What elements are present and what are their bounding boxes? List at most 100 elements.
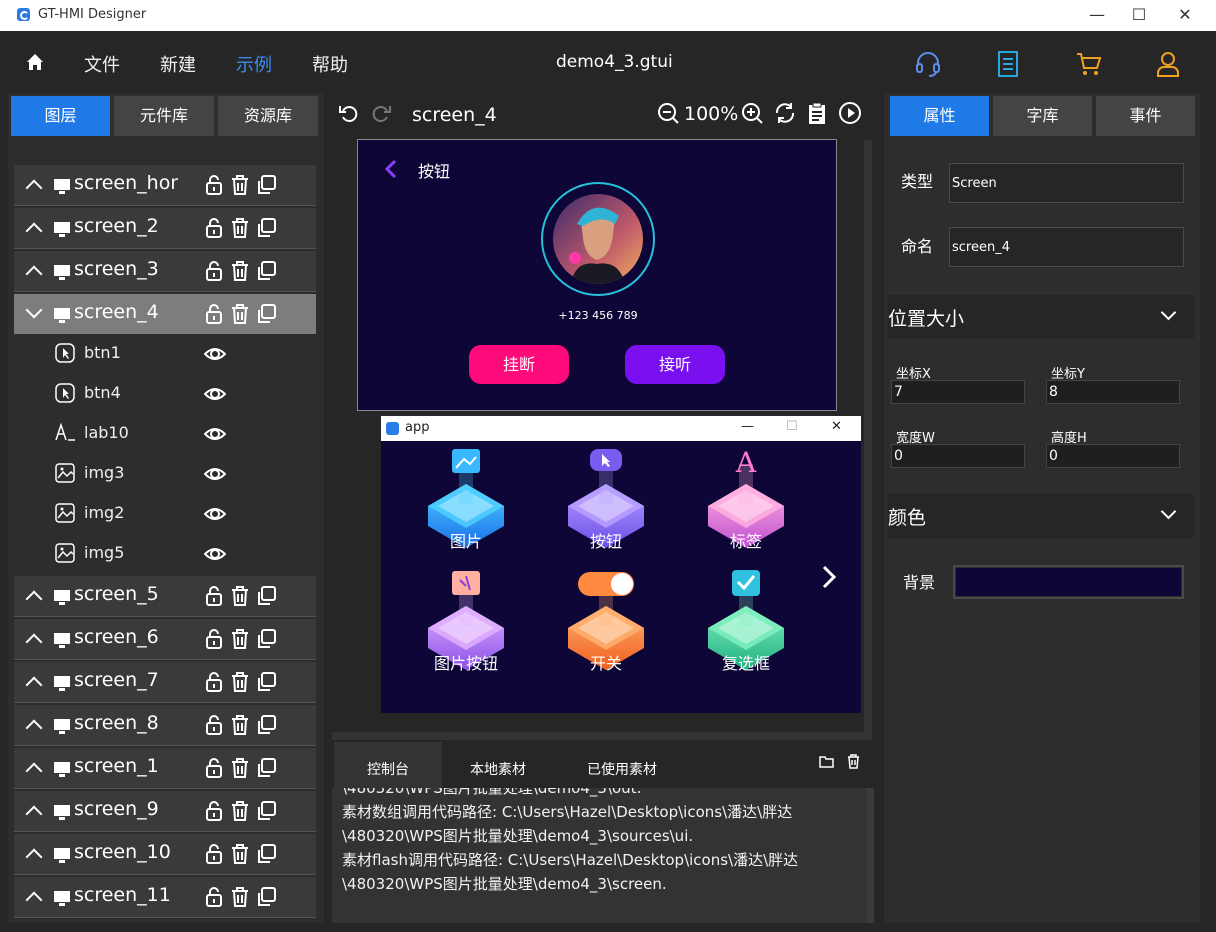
user-icon[interactable] bbox=[1153, 49, 1183, 79]
cart-icon[interactable] bbox=[1074, 49, 1104, 79]
simulator-minimize-button[interactable]: — bbox=[741, 419, 754, 434]
tab-console[interactable]: 控制台 bbox=[334, 742, 442, 788]
lock-icon[interactable] bbox=[204, 672, 224, 692]
console-scrollbar[interactable] bbox=[866, 788, 874, 923]
screen-preview[interactable]: 按钮 +123 456 789 挂断 接听 bbox=[357, 139, 837, 411]
undo-icon[interactable] bbox=[337, 101, 361, 125]
chevron-up-icon[interactable] bbox=[25, 762, 43, 780]
layer-screen-row[interactable]: screen_9 bbox=[14, 791, 316, 832]
tab-resources[interactable]: 资源库 bbox=[218, 96, 318, 136]
chevron-up-icon[interactable] bbox=[25, 848, 43, 866]
chevron-up-icon[interactable] bbox=[25, 891, 43, 909]
lock-icon[interactable] bbox=[204, 304, 224, 324]
lock-icon[interactable] bbox=[204, 218, 224, 238]
chevron-up-icon[interactable] bbox=[25, 676, 43, 694]
copy-icon[interactable] bbox=[256, 261, 276, 281]
eye-icon[interactable] bbox=[204, 505, 226, 523]
minimize-button[interactable]: — bbox=[1085, 4, 1109, 26]
canvas-horizontal-scrollbar[interactable] bbox=[332, 732, 872, 740]
play-icon[interactable] bbox=[838, 101, 862, 125]
eye-icon[interactable] bbox=[204, 345, 226, 363]
refresh-icon[interactable] bbox=[773, 101, 797, 125]
y-field[interactable]: 8 bbox=[1046, 380, 1180, 404]
eye-icon[interactable] bbox=[204, 545, 226, 563]
maximize-button[interactable]: ☐ bbox=[1127, 4, 1151, 26]
layer-screen-row[interactable]: screen_8 bbox=[14, 705, 316, 746]
chevron-up-icon[interactable] bbox=[25, 179, 43, 197]
lock-icon[interactable] bbox=[204, 261, 224, 281]
background-color-picker[interactable] bbox=[953, 565, 1184, 599]
x-field[interactable]: 7 bbox=[891, 380, 1025, 404]
widget-tile[interactable]: 按钮 bbox=[556, 444, 656, 554]
layer-widget-row[interactable]: img3 bbox=[14, 454, 316, 494]
lock-icon[interactable] bbox=[204, 629, 224, 649]
layer-screen-row[interactable]: screen_4 bbox=[14, 294, 316, 335]
headset-icon[interactable] bbox=[913, 49, 943, 79]
answer-button[interactable]: 接听 bbox=[625, 345, 725, 384]
zoom-out-icon[interactable] bbox=[656, 101, 680, 125]
trash-icon[interactable] bbox=[230, 801, 250, 821]
eye-icon[interactable] bbox=[204, 425, 226, 443]
simulator-close-button[interactable]: ✕ bbox=[831, 419, 842, 434]
tab-events[interactable]: 事件 bbox=[1096, 96, 1195, 136]
copy-icon[interactable] bbox=[256, 758, 276, 778]
color-section[interactable]: 颜色 bbox=[888, 494, 1194, 538]
chevron-up-icon[interactable] bbox=[25, 590, 43, 608]
position-size-section[interactable]: 位置大小 bbox=[888, 295, 1194, 339]
layer-widget-row[interactable]: btn4 bbox=[14, 374, 316, 414]
name-field[interactable]: screen_4 bbox=[949, 227, 1184, 267]
layer-screen-row[interactable]: screen_2 bbox=[14, 208, 316, 249]
width-field[interactable]: 0 bbox=[891, 444, 1025, 468]
trash-icon[interactable] bbox=[230, 758, 250, 778]
tab-used-assets[interactable]: 已使用素材 bbox=[572, 742, 672, 788]
tab-fonts[interactable]: 字库 bbox=[993, 96, 1092, 136]
copy-icon[interactable] bbox=[256, 887, 276, 907]
trash-icon[interactable] bbox=[230, 629, 250, 649]
copy-icon[interactable] bbox=[256, 304, 276, 324]
trash-icon[interactable] bbox=[230, 175, 250, 195]
back-arrow-icon[interactable] bbox=[384, 158, 398, 180]
layer-screen-row[interactable]: screen_11 bbox=[14, 877, 316, 918]
close-button[interactable]: ✕ bbox=[1173, 4, 1197, 26]
lock-icon[interactable] bbox=[204, 586, 224, 606]
trash-icon[interactable] bbox=[230, 218, 250, 238]
lock-icon[interactable] bbox=[204, 844, 224, 864]
height-field[interactable]: 0 bbox=[1046, 444, 1180, 468]
chevron-up-icon[interactable] bbox=[25, 265, 43, 283]
zoom-in-icon[interactable] bbox=[740, 101, 764, 125]
widget-tile[interactable]: A 标签 bbox=[696, 444, 796, 554]
layer-widget-row[interactable]: btn1 bbox=[14, 334, 316, 374]
layer-screen-row[interactable]: screen_6 bbox=[14, 619, 316, 660]
simulator-maximize-button[interactable]: ☐ bbox=[786, 419, 798, 434]
menu-file[interactable]: 文件 bbox=[84, 51, 120, 77]
lock-icon[interactable] bbox=[204, 175, 224, 195]
copy-icon[interactable] bbox=[256, 715, 276, 735]
chevron-up-icon[interactable] bbox=[25, 719, 43, 737]
copy-icon[interactable] bbox=[256, 175, 276, 195]
redo-icon[interactable] bbox=[369, 101, 393, 125]
tab-components[interactable]: 元件库 bbox=[114, 96, 214, 136]
menu-new[interactable]: 新建 bbox=[160, 51, 196, 77]
trash-icon[interactable] bbox=[230, 672, 250, 692]
copy-icon[interactable] bbox=[256, 801, 276, 821]
chevron-up-icon[interactable] bbox=[25, 633, 43, 651]
chevron-down-icon[interactable] bbox=[25, 301, 43, 319]
copy-icon[interactable] bbox=[256, 218, 276, 238]
copy-icon[interactable] bbox=[256, 672, 276, 692]
layer-widget-row[interactable]: img2 bbox=[14, 494, 316, 534]
trash-icon[interactable] bbox=[847, 754, 860, 769]
lock-icon[interactable] bbox=[204, 887, 224, 907]
widget-tile[interactable]: 图片按钮 bbox=[416, 566, 516, 676]
lock-icon[interactable] bbox=[204, 758, 224, 778]
layer-screen-row[interactable]: screen_1 bbox=[14, 748, 316, 789]
lock-icon[interactable] bbox=[204, 801, 224, 821]
layer-screen-row[interactable]: screen_3 bbox=[14, 251, 316, 292]
clipboard-icon[interactable] bbox=[805, 101, 829, 125]
layer-screen-row[interactable]: screen_5 bbox=[14, 576, 316, 617]
home-icon[interactable] bbox=[26, 53, 44, 71]
trash-icon[interactable] bbox=[230, 844, 250, 864]
copy-icon[interactable] bbox=[256, 586, 276, 606]
layer-screen-row[interactable]: screen_10 bbox=[14, 834, 316, 875]
document-icon[interactable] bbox=[993, 49, 1023, 79]
eye-icon[interactable] bbox=[204, 385, 226, 403]
